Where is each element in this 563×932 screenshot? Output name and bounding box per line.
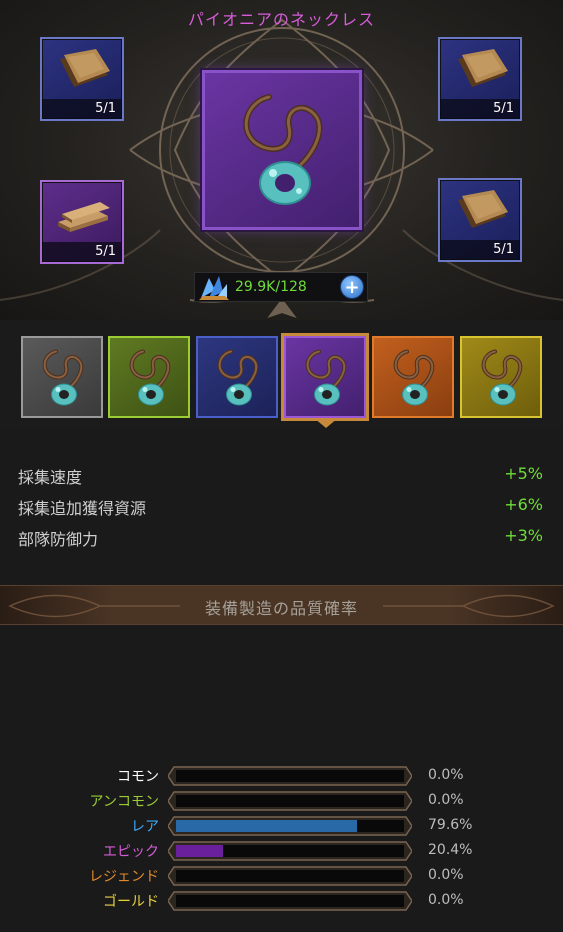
selected-quality-pointer: [314, 418, 338, 428]
probability-value: 0.0%: [428, 767, 464, 783]
bar-fill: [176, 820, 358, 832]
necklace-icon: [393, 349, 435, 406]
necklace-icon: [129, 349, 171, 406]
bar-track: [176, 770, 404, 782]
crystal-icon: [199, 276, 229, 300]
probability-label: ゴールド: [103, 894, 159, 910]
probability-bar: [168, 816, 412, 836]
necklace-icon: [243, 94, 323, 205]
quality-tile-epic[interactable]: [284, 336, 366, 418]
bar-fill: [176, 845, 223, 857]
leather-icon: [458, 190, 508, 228]
probability-value: 79.6%: [428, 817, 473, 833]
stat-value: +3%: [504, 526, 543, 545]
quality-tile-common[interactable]: [21, 336, 103, 418]
material-slot-bottom-left[interactable]: 5/1: [40, 180, 124, 264]
probability-row: ゴールド 0.0%: [0, 888, 563, 913]
probability-row: コモン 0.0%: [0, 763, 563, 788]
add-resource-button[interactable]: +: [340, 275, 364, 299]
probability-label: アンコモン: [89, 794, 159, 810]
material-slot-top-right[interactable]: 5/1: [438, 37, 522, 121]
probability-bar: [168, 841, 412, 861]
necklace-icon: [481, 349, 523, 406]
stat-value: +5%: [504, 464, 543, 483]
material-count: 5/1: [42, 242, 122, 262]
material-count: 5/1: [440, 240, 520, 260]
probability-section-header: 装備製造の品質確率: [0, 585, 563, 625]
wood-plank-icon: [58, 202, 110, 232]
probability-value: 0.0%: [428, 892, 464, 908]
stat-label: 部隊防御力: [18, 530, 99, 549]
bar-track: [176, 795, 404, 807]
quality-tile-rare[interactable]: [196, 336, 278, 418]
probability-label: レア: [131, 819, 159, 835]
stat-label: 採集追加獲得資源: [18, 499, 147, 518]
probability-label: レジェンド: [89, 869, 159, 885]
probability-value: 0.0%: [428, 792, 464, 808]
stat-value: +6%: [504, 495, 543, 514]
stats-list: 採集速度 +5% 採集追加獲得資源 +6% 部隊防御力 +3%: [0, 460, 563, 553]
stat-label: 採集速度: [18, 468, 83, 487]
probability-bar: [168, 766, 412, 786]
stat-row: 採集速度 +5%: [0, 460, 563, 491]
material-count: 5/1: [440, 99, 520, 119]
material-slot-top-left[interactable]: 5/1: [40, 37, 124, 121]
probability-bar: [168, 791, 412, 811]
probability-row: エピック 20.4%: [0, 838, 563, 863]
bar-track: [176, 895, 404, 907]
quality-probability-list: コモン 0.0% アンコモン 0.0% レア 79.6% エピック 20.4% レジェンド 0.0…: [0, 763, 563, 913]
leather-icon: [60, 49, 110, 87]
stat-row: 採集追加獲得資源 +6%: [0, 491, 563, 522]
necklace-icon: [42, 349, 84, 406]
quality-tile-legend[interactable]: [372, 336, 454, 418]
bar-track: [176, 845, 404, 857]
probability-value: 0.0%: [428, 867, 464, 883]
stat-row: 部隊防御力 +3%: [0, 522, 563, 553]
resource-value: 29.9K/128: [235, 279, 307, 295]
probability-row: レア 79.6%: [0, 813, 563, 838]
probability-bar: [168, 891, 412, 911]
section-title: 装備製造の品質確率: [204, 599, 358, 618]
crafted-item-slot[interactable]: [202, 70, 362, 230]
quality-tile-uncommon[interactable]: [108, 336, 190, 418]
probability-value: 20.4%: [428, 842, 473, 858]
probability-row: アンコモン 0.0%: [0, 788, 563, 813]
material-slot-bottom-right[interactable]: 5/1: [438, 178, 522, 262]
quality-selector: [0, 320, 563, 430]
probability-label: コモン: [117, 769, 159, 785]
bar-track: [176, 870, 404, 882]
necklace-icon: [217, 349, 259, 406]
crafting-panel: パイオニアのネックレス 5/1 5/1 5/1 5/1 29.9K/128 +: [0, 0, 563, 320]
leather-icon: [458, 49, 508, 87]
probability-bar: [168, 866, 412, 886]
material-count: 5/1: [42, 99, 122, 119]
bar-track: [176, 820, 404, 832]
probability-row: レジェンド 0.0%: [0, 863, 563, 888]
necklace-icon: [305, 349, 347, 406]
probability-label: エピック: [103, 844, 159, 860]
item-title: パイオニアのネックレス: [187, 10, 375, 29]
quality-tile-gold[interactable]: [460, 336, 542, 418]
